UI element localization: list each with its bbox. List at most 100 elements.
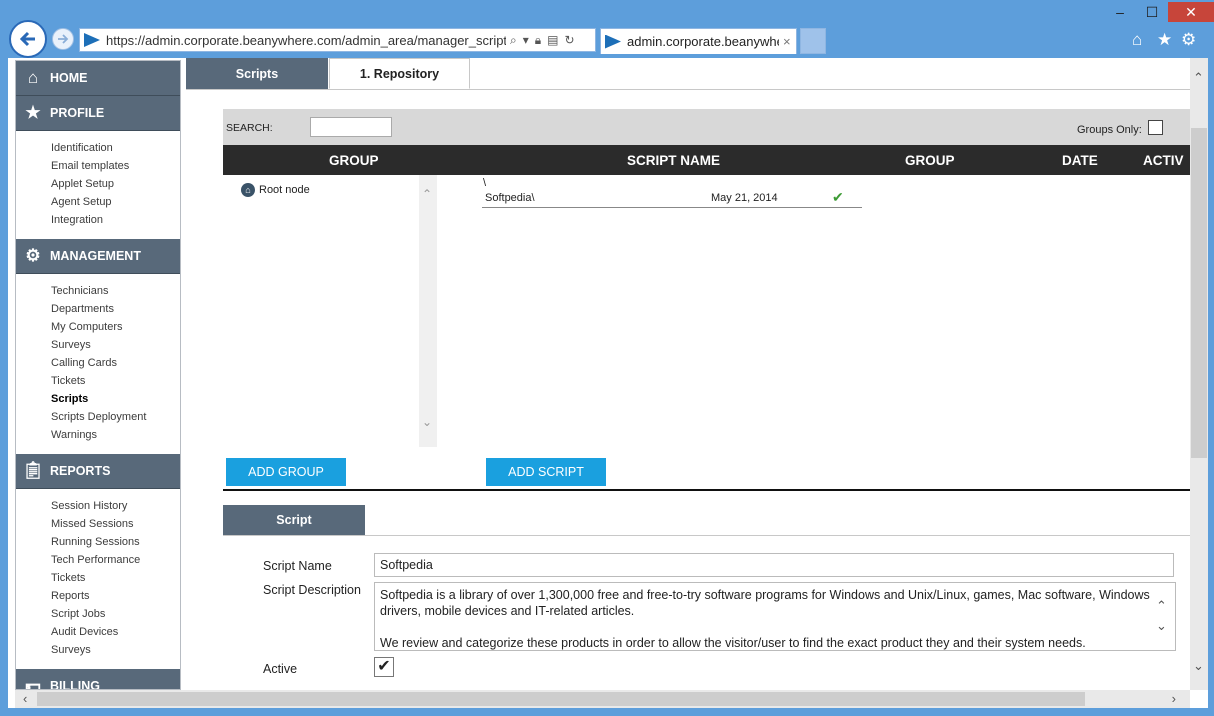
groups-only-checkbox[interactable] bbox=[1148, 120, 1163, 135]
tab-favicon-icon bbox=[605, 34, 621, 49]
script-name-field[interactable]: Softpedia bbox=[374, 553, 1174, 577]
sidebar-section-title: BILLING bbox=[50, 679, 100, 690]
sidebar-item-missed-sessions[interactable]: Missed Sessions bbox=[16, 515, 180, 533]
sidebar-item-departments[interactable]: Departments bbox=[16, 300, 180, 318]
window-frame-bottom bbox=[0, 708, 1214, 716]
sidebar-item-script-jobs[interactable]: Script Jobs bbox=[16, 605, 180, 623]
browser-tab[interactable]: admin.corporate.beanywhere... × bbox=[600, 28, 797, 54]
back-button[interactable] bbox=[9, 20, 47, 58]
home-icon: ⌂ bbox=[241, 183, 255, 197]
sidebar-item-technicians[interactable]: Technicians bbox=[16, 282, 180, 300]
row-date: May 21, 2014 bbox=[711, 192, 778, 204]
sidebar-item-scripts-deployment[interactable]: Scripts Deployment bbox=[16, 408, 180, 426]
clipboard-icon: 📋︎ bbox=[22, 461, 44, 480]
sidebar-item-surveys-report[interactable]: Surveys bbox=[16, 641, 180, 659]
scroll-thumb[interactable] bbox=[1191, 128, 1207, 458]
url-text: https://admin.corporate.beanywhere.com/a… bbox=[106, 32, 506, 48]
home-icon: ⌂ bbox=[27, 68, 39, 87]
sidebar-section-title: MANAGEMENT bbox=[50, 249, 141, 263]
main-content: Scripts 1. Repository SEARCH: Groups Onl… bbox=[186, 58, 1190, 690]
sidebar-item-scripts[interactable]: Scripts bbox=[16, 390, 180, 408]
sidebar-item-reports[interactable]: Reports bbox=[16, 587, 180, 605]
page-vertical-scrollbar[interactable]: ⌃ ⌄ bbox=[1190, 58, 1208, 690]
sidebar-section-management[interactable]: ⚙︎ MANAGEMENT bbox=[16, 239, 180, 274]
profile-submenu: Identification Email templates Applet Se… bbox=[16, 131, 180, 239]
compat-icon[interactable]: ▤ bbox=[547, 33, 558, 48]
tab-script[interactable]: Script bbox=[223, 505, 365, 535]
chevron-down-icon[interactable]: ⌄ bbox=[422, 415, 432, 429]
add-script-button[interactable]: ADD SCRIPT bbox=[486, 458, 606, 486]
chevron-right-icon[interactable]: › bbox=[1172, 691, 1176, 706]
sidebar-item-email-templates[interactable]: Email templates bbox=[16, 157, 180, 175]
tab-scripts[interactable]: Scripts bbox=[186, 58, 328, 89]
sidebar-item-tickets[interactable]: Tickets bbox=[16, 372, 180, 390]
add-group-button[interactable]: ADD GROUP bbox=[226, 458, 346, 486]
column-header-group[interactable]: GROUP bbox=[329, 153, 379, 168]
sidebar-section-title: HOME bbox=[50, 71, 88, 85]
sidebar-item-session-history[interactable]: Session History bbox=[16, 497, 180, 515]
maximize-button[interactable]: ☐ bbox=[1137, 2, 1167, 22]
tab-repository[interactable]: 1. Repository bbox=[329, 58, 470, 89]
address-bar[interactable]: https://admin.corporate.beanywhere.com/a… bbox=[79, 28, 596, 52]
tree-scrollbar[interactable]: ⌃ ⌄ bbox=[419, 175, 437, 447]
column-header-active[interactable]: ACTIV bbox=[1143, 153, 1184, 168]
description-paragraph-1: Softpedia is a library of over 1,300,000… bbox=[380, 588, 1150, 618]
sidebar-item-tickets-report[interactable]: Tickets bbox=[16, 569, 180, 587]
search-icon[interactable]: ⌕ bbox=[510, 33, 517, 48]
forward-icon bbox=[58, 34, 69, 44]
page-horizontal-scrollbar[interactable]: ‹ › bbox=[15, 690, 1190, 708]
scroll-thumb[interactable] bbox=[37, 692, 1085, 706]
chevron-down-icon[interactable]: ⌄ bbox=[1156, 616, 1167, 636]
sidebar-item-audit-devices[interactable]: Audit Devices bbox=[16, 623, 180, 641]
sidebar-item-agent-setup[interactable]: Agent Setup bbox=[16, 193, 180, 211]
sidebar-section-profile[interactable]: ★ PROFILE bbox=[16, 96, 180, 131]
section-divider bbox=[223, 489, 1190, 491]
tree-root-node[interactable]: ⌂ Root node bbox=[241, 183, 310, 197]
chevron-left-icon[interactable]: ‹ bbox=[23, 691, 27, 706]
sidebar-item-integration[interactable]: Integration bbox=[16, 211, 180, 229]
reports-submenu: Session History Missed Sessions Running … bbox=[16, 489, 180, 669]
table-row[interactable]: Softpedia\ May 21, 2014 ✔ bbox=[482, 188, 862, 208]
sidebar-item-my-computers[interactable]: My Computers bbox=[16, 318, 180, 336]
new-tab-button[interactable] bbox=[800, 28, 826, 54]
sidebar-section-title: REPORTS bbox=[50, 464, 111, 478]
star-icon[interactable]: ★ bbox=[1157, 30, 1172, 50]
sidebar-item-surveys[interactable]: Surveys bbox=[16, 336, 180, 354]
window-frame-right bbox=[1208, 58, 1214, 716]
chevron-up-icon[interactable]: ⌃ bbox=[422, 187, 432, 201]
sidebar-item-identification[interactable]: Identification bbox=[16, 139, 180, 157]
sidebar-item-warnings[interactable]: Warnings bbox=[16, 426, 180, 444]
column-header-group-2[interactable]: GROUP bbox=[905, 153, 955, 168]
script-name-label: Script Name bbox=[263, 559, 332, 573]
active-checkbox[interactable]: ✔ bbox=[374, 657, 394, 677]
close-tab-icon[interactable]: × bbox=[783, 34, 791, 49]
sidebar-item-calling-cards[interactable]: Calling Cards bbox=[16, 354, 180, 372]
chevron-down-icon[interactable]: ⌄ bbox=[1193, 658, 1204, 674]
description-scroll-arrows[interactable]: ⌃ ⌄ bbox=[1156, 596, 1167, 636]
gear-icon: ⚙︎ bbox=[25, 246, 41, 265]
refresh-icon[interactable]: ↻ bbox=[565, 33, 575, 48]
chevron-up-icon[interactable]: ⌃ bbox=[1193, 70, 1204, 86]
sidebar-section-reports[interactable]: 📋︎ REPORTS bbox=[16, 454, 180, 489]
sidebar-item-tech-performance[interactable]: Tech Performance bbox=[16, 551, 180, 569]
management-submenu: Technicians Departments My Computers Sur… bbox=[16, 274, 180, 454]
column-header-script-name[interactable]: SCRIPT NAME bbox=[627, 153, 720, 168]
home-icon[interactable]: ⌂ bbox=[1132, 30, 1142, 50]
gear-icon[interactable]: ⚙︎ bbox=[1181, 30, 1196, 50]
sidebar: ⌂ HOME ★ PROFILE Identification Email te… bbox=[15, 60, 181, 690]
minimize-button[interactable]: – bbox=[1105, 2, 1135, 22]
script-description-field[interactable]: Softpedia is a library of over 1,300,000… bbox=[374, 582, 1176, 651]
forward-button[interactable] bbox=[52, 28, 74, 50]
sidebar-item-running-sessions[interactable]: Running Sessions bbox=[16, 533, 180, 551]
dropdown-icon[interactable]: ▾ bbox=[523, 33, 529, 48]
chevron-up-icon[interactable]: ⌃ bbox=[1156, 596, 1167, 616]
search-input[interactable] bbox=[310, 117, 392, 137]
page-tabs: Scripts 1. Repository bbox=[186, 58, 1190, 90]
sidebar-section-home[interactable]: ⌂ HOME bbox=[16, 61, 180, 96]
sidebar-item-applet-setup[interactable]: Applet Setup bbox=[16, 175, 180, 193]
grid-header: GROUP SCRIPT NAME GROUP DATE ACTIV bbox=[223, 145, 1190, 175]
column-header-date[interactable]: DATE bbox=[1062, 153, 1098, 168]
lock-icon[interactable]: 🔒︎ bbox=[535, 33, 541, 48]
sidebar-section-billing[interactable]: 💵︎ BILLING bbox=[16, 669, 180, 690]
close-window-button[interactable]: ✕ bbox=[1168, 2, 1214, 22]
